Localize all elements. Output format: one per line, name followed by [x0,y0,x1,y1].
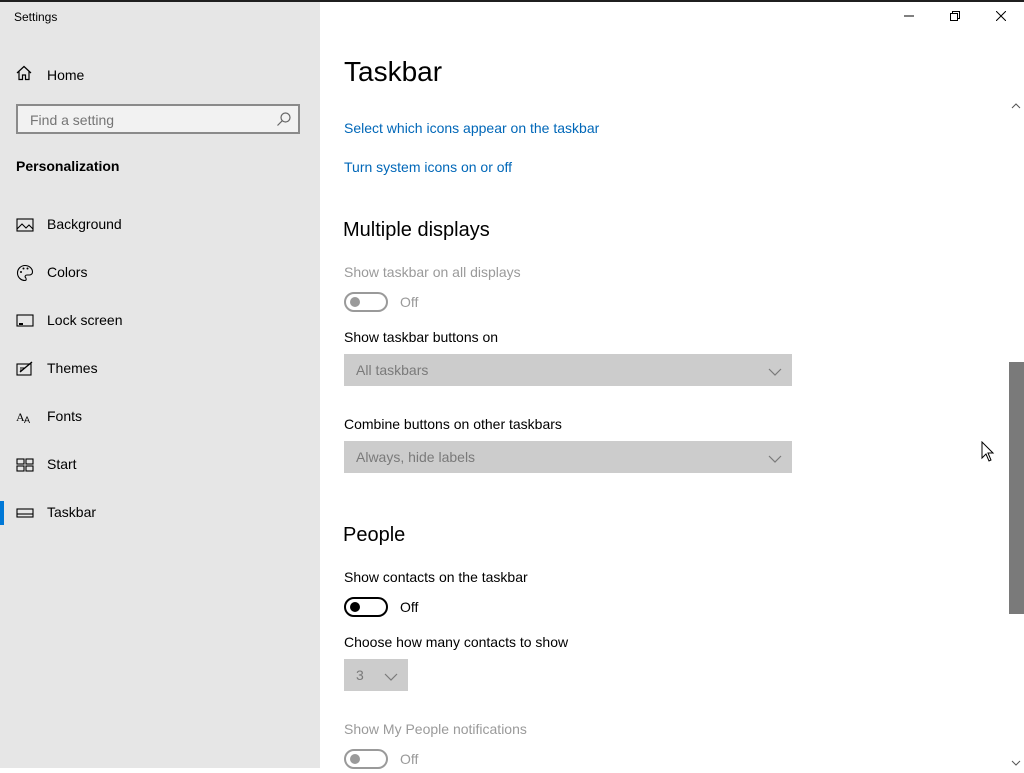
chevron-down-icon [384,669,398,685]
show-all-displays-toggle[interactable] [344,292,388,312]
show-all-displays-state: Off [400,294,419,310]
restore-button[interactable] [932,2,978,32]
minimize-button[interactable] [886,2,932,32]
show-all-displays-label: Show taskbar on all displays [344,264,521,280]
people-notifications-toggle[interactable] [344,749,388,769]
people-notifications-state: Off [400,751,419,767]
close-button[interactable] [978,2,1024,32]
taskbar-icon [16,504,34,522]
home-icon [16,65,32,86]
sidebar-item-label: Colors [47,264,88,280]
page-title: Taskbar [344,56,443,87]
sidebar-item-lock-screen[interactable]: Lock screen [0,301,320,341]
window-controls [886,2,1024,32]
minimize-icon [904,8,914,26]
sidebar-item-label: Lock screen [47,312,123,328]
dropdown-value: All taskbars [356,362,429,378]
sidebar-item-label: Background [47,216,122,232]
people-heading: People [343,524,406,546]
svg-text:A: A [24,415,30,425]
start-icon [16,456,34,474]
search-icon[interactable] [276,111,292,132]
fonts-icon: AA [16,408,34,426]
sidebar-item-label: Fonts [47,408,83,424]
sidebar-item-background[interactable]: Background [0,205,320,245]
sidebar-home[interactable]: Home [16,64,84,86]
section-personalization: Personalization [16,158,120,174]
chevron-down-icon [768,451,782,467]
select-icons-link[interactable]: Select which icons appear on the taskbar [344,120,599,136]
scroll-up-arrow[interactable] [1010,98,1022,109]
search-input[interactable] [28,106,272,134]
combine-buttons-dropdown[interactable]: Always, hide labels [344,441,792,473]
palette-icon [16,264,34,282]
mouse-cursor-icon [981,440,995,468]
sidebar-item-label: Themes [47,360,98,376]
close-icon [995,8,1007,26]
scroll-down-arrow[interactable] [1010,755,1022,766]
taskbar-buttons-on-label: Show taskbar buttons on [344,329,499,345]
sidebar-item-label: Start [47,456,77,472]
sidebar-item-themes[interactable]: Themes [0,349,320,389]
people-notifications-label: Show My People notifications [344,721,527,737]
system-icons-link[interactable]: Turn system icons on or off [344,159,512,175]
show-contacts-state: Off [400,599,419,615]
sidebar-item-start[interactable]: Start [0,445,320,485]
picture-icon [16,216,34,234]
active-indicator [0,501,4,525]
scroll-thumb[interactable] [1009,362,1024,614]
taskbar-buttons-on-dropdown[interactable]: All taskbars [344,354,792,386]
restore-icon [950,8,960,26]
contacts-count-label: Choose how many contacts to show [344,634,569,650]
app-title: Settings [14,10,58,24]
show-contacts-label: Show contacts on the taskbar [344,569,528,585]
combine-buttons-label: Combine buttons on other taskbars [344,416,562,432]
sidebar-item-label: Taskbar [47,504,97,520]
search-box[interactable] [16,104,300,134]
toggle-knob [350,754,360,764]
sidebar: Settings Home Personalization Background… [0,2,320,768]
dropdown-value: 3 [356,667,364,683]
multiple-displays-heading: Multiple displays [343,219,490,241]
sidebar-item-taskbar[interactable]: Taskbar [0,493,320,533]
home-label: Home [47,67,85,83]
sidebar-item-fonts[interactable]: AA Fonts [0,397,320,437]
show-contacts-toggle[interactable] [344,597,388,617]
themes-icon [16,360,34,378]
lock-screen-icon [16,312,34,330]
dropdown-value: Always, hide labels [356,449,476,465]
toggle-knob [350,297,360,307]
sidebar-item-colors[interactable]: Colors [0,253,320,293]
toggle-knob [350,602,360,612]
contacts-count-dropdown[interactable]: 3 [344,659,408,691]
chevron-down-icon [768,364,782,380]
